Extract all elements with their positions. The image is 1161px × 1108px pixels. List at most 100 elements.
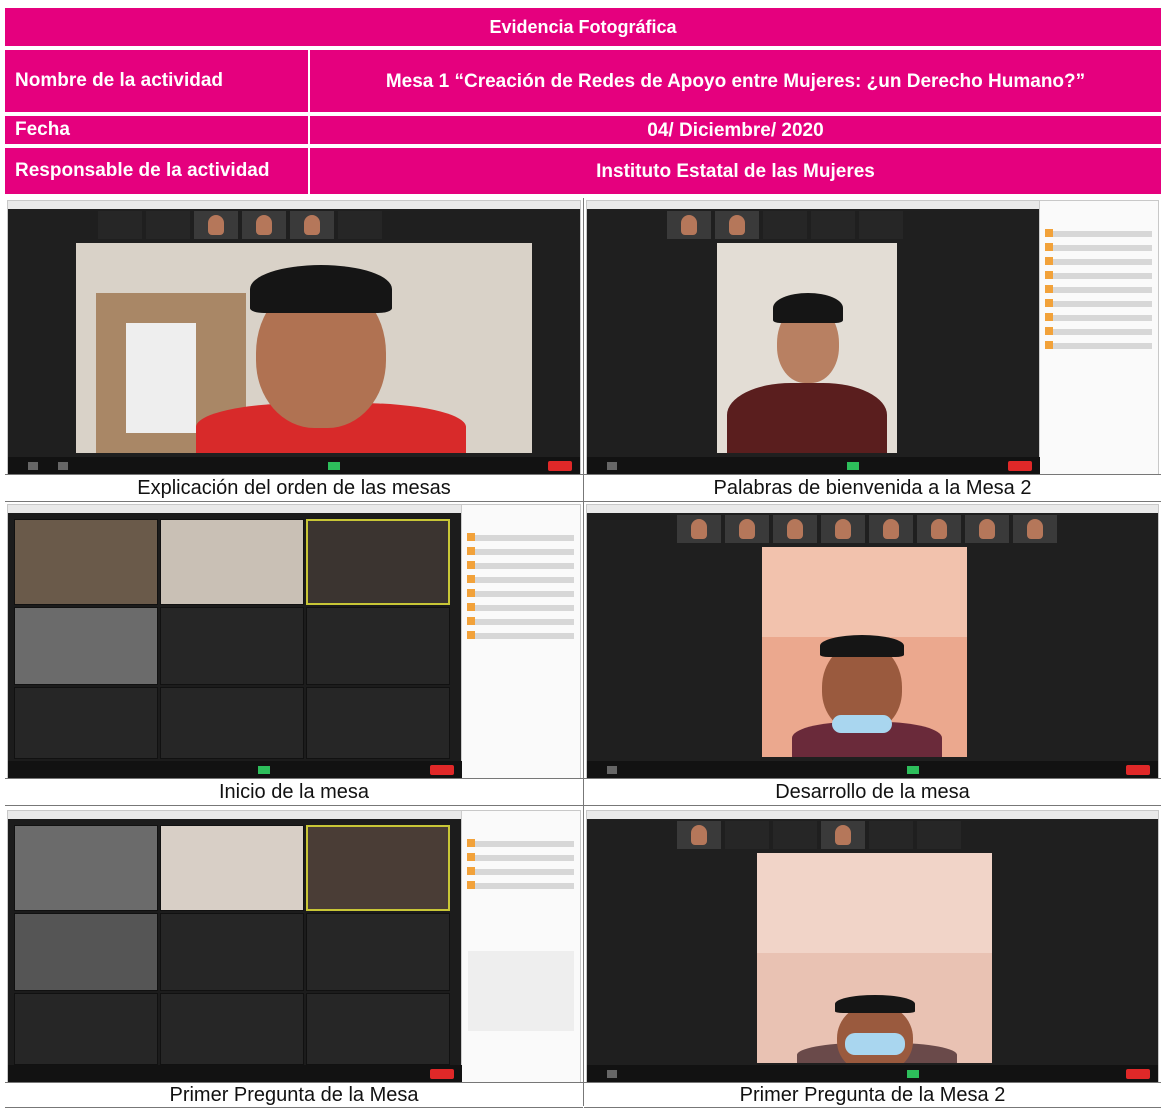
photo-caption-3: Inicio de la mesa [5,778,583,806]
header-title: Evidencia Fotográfica [5,8,1161,48]
photo-caption-4: Desarrollo de la mesa [584,778,1161,806]
photo-caption-1: Explicación del orden de las mesas [5,474,583,502]
video-tile [160,993,304,1065]
video-tile [160,913,304,991]
meeting-controls [587,1065,1158,1083]
video-tile-active-speaker [306,519,450,605]
participant-row [467,839,574,847]
participant-thumbnail [811,211,855,239]
participant-row [1045,285,1152,293]
main-video [717,243,897,453]
main-video [757,853,992,1063]
participant-thumbnail [917,515,961,543]
end-meeting-button [548,461,572,471]
participant-thumbnail [715,211,759,239]
zoom-screenshot-4 [586,504,1159,780]
participant-row [1045,327,1152,335]
participant-thumbnail [677,821,721,849]
photo-caption-6: Primer Pregunta de la Mesa 2 [584,1082,1161,1108]
video-tile [14,825,158,911]
participant-row [467,547,574,555]
meeting-controls [587,457,1040,475]
participant-thumbnail [917,821,961,849]
video-tile [306,913,450,991]
photo-cell-1: Explicación del orden de las mesas [5,198,583,502]
photo-grid: Explicación del orden de las mesas Palab… [5,198,1161,1108]
window-titlebar [587,505,1158,513]
video-tile [160,519,304,605]
video-tile [160,687,304,759]
responsible-row: Responsable de la actividad Instituto Es… [5,148,1161,196]
participant-row [1045,299,1152,307]
window-titlebar [8,201,580,209]
date-label: Fecha [5,116,310,144]
participant-thumbnail [667,211,711,239]
speaker-hair [835,995,915,1013]
mic-icon [607,1070,617,1078]
participant-thumbnail [725,821,769,849]
participant-thumbnail [965,515,1009,543]
video-tile [306,607,450,685]
speaker-hair [773,293,843,323]
photo-cell-2: Palabras de bienvenida a la Mesa 2 [584,198,1161,502]
speaker-hair [820,635,904,657]
participant-row [1045,229,1152,237]
participant-row [467,853,574,861]
participant-thumbnail [821,821,865,849]
face-mask [845,1033,905,1055]
participant-thumbnail [821,515,865,543]
end-meeting-button [1126,765,1150,775]
participant-row [467,631,574,639]
photo-cell-6: Primer Pregunta de la Mesa 2 [584,808,1161,1108]
photo-cell-3: Inicio de la mesa [5,502,583,806]
zoom-screenshot-3 [7,504,581,780]
participant-row [467,881,574,889]
meeting-controls [8,761,462,779]
video-tile [14,519,158,605]
share-screen-icon [258,766,270,774]
participant-strip [677,821,961,849]
mic-icon [607,462,617,470]
video-tile [306,687,450,759]
video-tile-active-speaker [306,825,450,911]
date-row: Fecha 04/ Diciembre/ 2020 [5,116,1161,146]
activity-name-row: Nombre de la actividad Mesa 1 “Creación … [5,50,1161,114]
participant-thumbnail [242,211,286,239]
participant-thumbnail [773,821,817,849]
responsible-value: Instituto Estatal de las Mujeres [596,160,875,182]
participant-thumbnail [773,515,817,543]
video-tile [14,913,158,991]
video-tile [14,607,158,685]
date-value: 04/ Diciembre/ 2020 [647,119,824,141]
participant-strip [667,211,903,239]
share-screen-icon [907,766,919,774]
zoom-screenshot-1 [7,200,581,476]
video-tile [160,825,304,911]
participant-thumbnail [763,211,807,239]
participant-row [467,533,574,541]
zoom-screenshot-2 [586,200,1159,476]
meeting-controls [8,1065,462,1083]
mic-icon [607,766,617,774]
video-tile [14,687,158,759]
participant-row [1045,257,1152,265]
activity-name-value: Mesa 1 “Creación de Redes de Apoyo entre… [385,70,1086,92]
participant-strip [677,515,1057,543]
main-video [762,547,967,757]
participant-row [1045,313,1152,321]
participant-thumbnail [194,211,238,239]
meeting-controls [8,457,580,475]
face-mask [832,715,892,733]
participant-row [467,617,574,625]
share-screen-icon [847,462,859,470]
mic-icon [28,462,38,470]
participant-thumbnail [338,211,382,239]
participant-thumbnail [869,515,913,543]
end-meeting-button [430,1069,454,1079]
end-meeting-button [1008,461,1032,471]
share-screen-icon [907,1070,919,1078]
participant-row [1045,341,1152,349]
participant-thumbnail [1013,515,1057,543]
participant-row [467,603,574,611]
video-tile [306,993,450,1065]
